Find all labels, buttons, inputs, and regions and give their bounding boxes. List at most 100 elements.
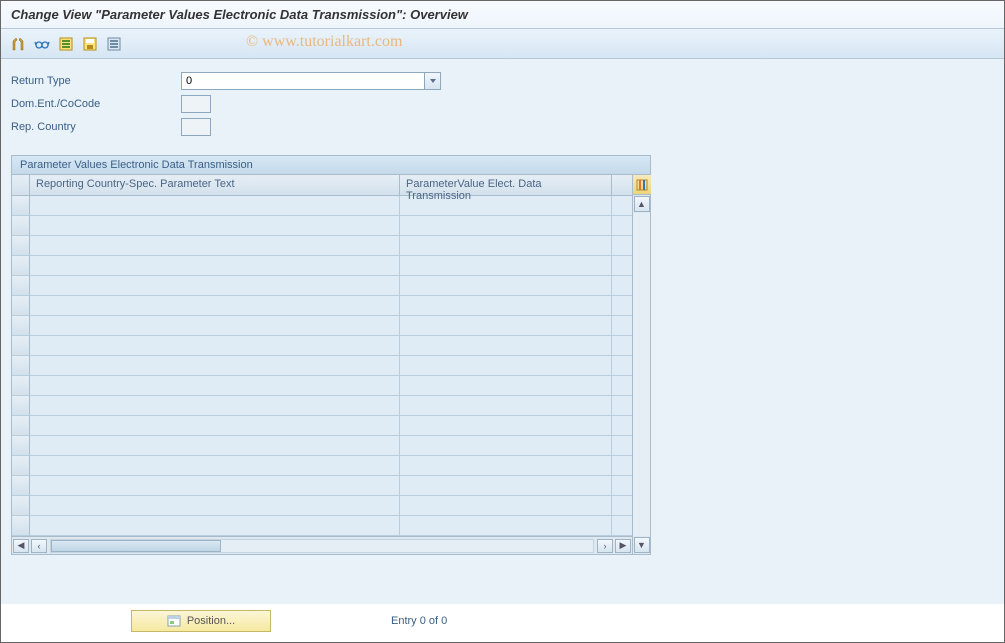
cell-param-text[interactable] <box>30 356 400 375</box>
cell-param-value[interactable] <box>400 276 612 295</box>
table-row[interactable] <box>12 276 632 296</box>
chevron-down-icon[interactable] <box>424 73 440 89</box>
scroll-right-end-icon[interactable]: ▶ <box>615 539 631 553</box>
row-selector[interactable] <box>12 476 30 495</box>
table-row[interactable] <box>12 356 632 376</box>
scroll-up-icon[interactable]: ▲ <box>634 196 650 212</box>
deselect-all-icon[interactable] <box>105 35 123 53</box>
cell-param-value[interactable] <box>400 496 612 515</box>
cell-param-value[interactable] <box>400 396 612 415</box>
hscroll-thumb[interactable] <box>51 540 221 552</box>
row-selector[interactable] <box>12 516 30 535</box>
cell-param-text[interactable] <box>30 396 400 415</box>
cell-param-value[interactable] <box>400 196 612 215</box>
row-selector[interactable] <box>12 216 30 235</box>
cell-param-text[interactable] <box>30 256 400 275</box>
cell-param-value[interactable] <box>400 516 612 535</box>
toolbar <box>1 29 1004 59</box>
footer: Position... Entry 0 of 0 <box>1 604 1004 642</box>
row-selector[interactable] <box>12 336 30 355</box>
save-icon[interactable] <box>81 35 99 53</box>
scroll-right-icon[interactable]: › <box>597 539 613 553</box>
table-row[interactable] <box>12 256 632 276</box>
table-row[interactable] <box>12 216 632 236</box>
hscroll-track[interactable] <box>50 539 594 553</box>
cell-param-value[interactable] <box>400 216 612 235</box>
row-selector[interactable] <box>12 436 30 455</box>
scroll-left-end-icon[interactable]: ◀ <box>13 539 29 553</box>
cell-param-text[interactable] <box>30 436 400 455</box>
cell-param-value[interactable] <box>400 356 612 375</box>
table-row[interactable] <box>12 416 632 436</box>
return-type-label: Return Type <box>11 75 181 87</box>
cell-param-text[interactable] <box>30 216 400 235</box>
table-settings-icon[interactable] <box>633 175 651 195</box>
table-row[interactable] <box>12 496 632 516</box>
row-selector[interactable] <box>12 196 30 215</box>
cell-param-text[interactable] <box>30 516 400 535</box>
table-row[interactable] <box>12 296 632 316</box>
cell-param-text[interactable] <box>30 196 400 215</box>
cell-param-value[interactable] <box>400 416 612 435</box>
row-selector[interactable] <box>12 396 30 415</box>
horizontal-scrollbar[interactable]: ◀ ‹ › ▶ <box>12 536 632 554</box>
return-type-combo[interactable] <box>181 72 441 90</box>
toggle-display-change-icon[interactable] <box>9 35 27 53</box>
cell-param-value[interactable] <box>400 296 612 315</box>
vscroll-track[interactable] <box>633 213 650 536</box>
cell-param-text[interactable] <box>30 416 400 435</box>
row-selector[interactable] <box>12 316 30 335</box>
cell-param-value[interactable] <box>400 476 612 495</box>
rep-country-input[interactable] <box>181 118 211 136</box>
row-selector[interactable] <box>12 496 30 515</box>
row-selector-header[interactable] <box>12 175 30 195</box>
scroll-down-icon[interactable]: ▼ <box>634 537 650 553</box>
row-selector[interactable] <box>12 376 30 395</box>
select-all-icon[interactable] <box>57 35 75 53</box>
return-type-input[interactable] <box>181 72 441 90</box>
cell-param-text[interactable] <box>30 496 400 515</box>
row-selector[interactable] <box>12 256 30 275</box>
row-selector[interactable] <box>12 456 30 475</box>
table-row[interactable] <box>12 316 632 336</box>
cell-param-value[interactable] <box>400 436 612 455</box>
cell-param-text[interactable] <box>30 316 400 335</box>
cell-param-text[interactable] <box>30 476 400 495</box>
row-selector[interactable] <box>12 276 30 295</box>
row-selector[interactable] <box>12 296 30 315</box>
cell-param-text[interactable] <box>30 456 400 475</box>
cell-param-text[interactable] <box>30 276 400 295</box>
row-selector[interactable] <box>12 356 30 375</box>
cell-param-value[interactable] <box>400 376 612 395</box>
cell-param-text[interactable] <box>30 336 400 355</box>
cell-param-text[interactable] <box>30 296 400 315</box>
cell-param-value[interactable] <box>400 456 612 475</box>
cell-param-text[interactable] <box>30 376 400 395</box>
position-button[interactable]: Position... <box>131 610 271 632</box>
form-area: Return Type Dom.Ent./CoCode Rep. Country <box>11 71 994 137</box>
cell-param-value[interactable] <box>400 256 612 275</box>
table-row[interactable] <box>12 336 632 356</box>
grid-header: Reporting Country-Spec. Parameter Text P… <box>12 175 632 196</box>
column-header-param-value[interactable]: ParameterValue Elect. Data Transmission <box>400 175 612 195</box>
table-row[interactable] <box>12 396 632 416</box>
row-selector[interactable] <box>12 236 30 255</box>
row-selector[interactable] <box>12 416 30 435</box>
glasses-icon[interactable] <box>33 35 51 53</box>
table-row[interactable] <box>12 376 632 396</box>
table-row[interactable] <box>12 456 632 476</box>
scroll-left-icon[interactable]: ‹ <box>31 539 47 553</box>
vertical-scrollbar[interactable]: ▲ ▼ <box>632 175 650 554</box>
cell-param-value[interactable] <box>400 336 612 355</box>
column-header-param-text[interactable]: Reporting Country-Spec. Parameter Text <box>30 175 400 195</box>
table-row[interactable] <box>12 516 632 536</box>
table-row[interactable] <box>12 476 632 496</box>
table-row[interactable] <box>12 196 632 216</box>
dom-ent-cocode-input[interactable] <box>181 95 211 113</box>
cell-param-value[interactable] <box>400 236 612 255</box>
rep-country-label: Rep. Country <box>11 121 181 133</box>
table-row[interactable] <box>12 436 632 456</box>
cell-param-value[interactable] <box>400 316 612 335</box>
table-row[interactable] <box>12 236 632 256</box>
cell-param-text[interactable] <box>30 236 400 255</box>
